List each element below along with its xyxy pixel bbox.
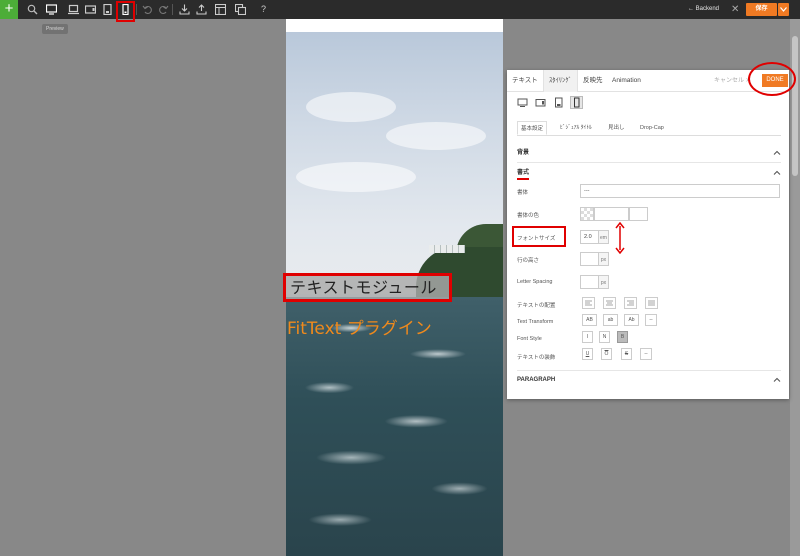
- subtab-basic[interactable]: 基本設定: [517, 121, 548, 135]
- text-transform-label: Text Transform: [517, 319, 554, 325]
- mobile-icon[interactable]: [570, 96, 583, 109]
- desktop-preview-icon[interactable]: [46, 4, 57, 15]
- align-center-icon[interactable]: [603, 297, 616, 309]
- zoom-icon[interactable]: [27, 4, 38, 15]
- duplicate-icon[interactable]: [235, 4, 246, 15]
- letter-spacing-input[interactable]: [580, 275, 599, 289]
- overline-button[interactable]: O: [601, 348, 612, 360]
- decoration-none-button[interactable]: --: [640, 348, 652, 360]
- cancel-label: キャンセル: [714, 78, 745, 84]
- transform-capitalize-button[interactable]: Ab: [624, 314, 639, 326]
- arrow-left-icon: ←: [688, 6, 694, 12]
- font-size-highlight-box: [512, 226, 566, 247]
- line-height-input[interactable]: [580, 252, 599, 266]
- normal-button[interactable]: N: [599, 331, 610, 343]
- toolbar-divider: [136, 4, 137, 15]
- mobile-preview-highlight: [116, 1, 135, 22]
- text-align-label: テキストの配置: [517, 303, 556, 309]
- tablet-landscape-icon[interactable]: [535, 97, 546, 108]
- done-highlight-circle: [748, 62, 796, 96]
- tablet-landscape-icon[interactable]: [85, 4, 96, 15]
- line-height-label: 行の高さ: [517, 258, 540, 264]
- font-select[interactable]: ---: [580, 184, 780, 198]
- subtab-divider: [517, 135, 781, 136]
- laptop-icon[interactable]: [68, 4, 79, 15]
- help-icon[interactable]: ?: [258, 4, 269, 15]
- tablet-portrait-icon[interactable]: [553, 97, 564, 108]
- buildings-image: [429, 245, 465, 253]
- fittext-heading[interactable]: FitText プラグイン: [287, 318, 432, 340]
- text-decoration-label: テキストの装飾: [517, 355, 556, 361]
- text-module-block[interactable]: テキストモジュール: [283, 273, 452, 302]
- font-color-input[interactable]: [594, 207, 629, 221]
- subtab-visual-title[interactable]: ﾋﾞｼﾞｭｱﾙ ﾀｲﾄﾙ: [557, 121, 595, 135]
- transform-lowercase-button[interactable]: ab: [603, 314, 618, 326]
- desktop-icon[interactable]: [517, 97, 528, 108]
- tab-text[interactable]: テキスト: [512, 70, 538, 92]
- strikethrough-button[interactable]: S: [621, 348, 632, 360]
- align-justify-icon[interactable]: [645, 297, 658, 309]
- preview-tooltip: Preview: [42, 24, 68, 34]
- undo-icon[interactable]: [142, 4, 153, 15]
- layout-icon[interactable]: [215, 4, 226, 15]
- tab-styling[interactable]: ｽﾀｲﾘﾝｸﾞ: [543, 70, 578, 92]
- chevron-up-icon: [773, 170, 781, 175]
- tab-animation[interactable]: Animation: [612, 70, 641, 92]
- font-size-input[interactable]: 2.0: [580, 230, 599, 244]
- add-module-button[interactable]: +: [0, 0, 18, 19]
- transform-uppercase-button[interactable]: AB: [582, 314, 597, 326]
- tablet-portrait-icon[interactable]: [102, 4, 113, 15]
- font-color-opacity[interactable]: [629, 207, 648, 221]
- paragraph-section-header[interactable]: PARAGRAPH: [517, 373, 781, 387]
- backend-label: Backend: [695, 6, 720, 12]
- font-color-label: 書体の色: [517, 213, 540, 219]
- section-divider: [517, 162, 781, 163]
- paragraph-section-title: PARAGRAPH: [517, 377, 556, 383]
- background-section-header[interactable]: 背景: [517, 146, 781, 160]
- typography-underline-annotation: [517, 178, 529, 180]
- chevron-up-icon: [773, 150, 781, 155]
- backend-link[interactable]: ← Backend: [688, 3, 719, 16]
- save-button[interactable]: 保存: [746, 3, 777, 16]
- align-right-icon[interactable]: [624, 297, 637, 309]
- letter-spacing-unit[interactable]: px: [599, 275, 609, 289]
- transform-none-button[interactable]: --: [645, 314, 657, 326]
- export-icon[interactable]: [196, 4, 207, 15]
- subtab-drop-cap[interactable]: Drop-Cap: [637, 121, 667, 135]
- letter-spacing-label: Letter Spacing: [517, 279, 553, 285]
- italic-button[interactable]: I: [582, 331, 593, 343]
- bold-button[interactable]: B: [617, 331, 628, 343]
- color-swatch[interactable]: [580, 207, 594, 221]
- text-module-heading: テキストモジュール: [290, 278, 437, 297]
- save-dropdown-button[interactable]: [778, 3, 789, 16]
- font-size-unit[interactable]: em: [599, 230, 609, 244]
- chevron-up-icon: [773, 377, 781, 382]
- double-arrow-icon: [615, 222, 625, 254]
- section-divider: [517, 370, 781, 371]
- font-label: 書体: [517, 190, 529, 196]
- typography-section-header[interactable]: 書式: [517, 166, 781, 180]
- scrollbar-thumb[interactable]: [792, 36, 798, 176]
- toolbar-divider: [172, 4, 173, 15]
- canvas-header-strip: [286, 19, 503, 32]
- settings-tabs: テキスト ｽﾀｲﾘﾝｸﾞ 反映先 Animation キャンセル ✕ DONE: [507, 70, 789, 92]
- redo-icon[interactable]: [158, 4, 169, 15]
- close-icon[interactable]: ✕: [731, 3, 739, 16]
- line-height-unit[interactable]: px: [599, 252, 609, 266]
- tab-visibility[interactable]: 反映先: [583, 70, 603, 92]
- subtab-headings[interactable]: 見出し: [605, 121, 628, 135]
- background-section-title: 背景: [517, 150, 530, 156]
- import-icon[interactable]: [179, 4, 190, 15]
- font-style-label: Font Style: [517, 336, 542, 342]
- chevron-down-icon: [780, 7, 787, 12]
- cancel-link[interactable]: キャンセル ✕: [714, 70, 751, 92]
- align-left-icon[interactable]: [582, 297, 595, 309]
- underline-button[interactable]: U: [582, 348, 593, 360]
